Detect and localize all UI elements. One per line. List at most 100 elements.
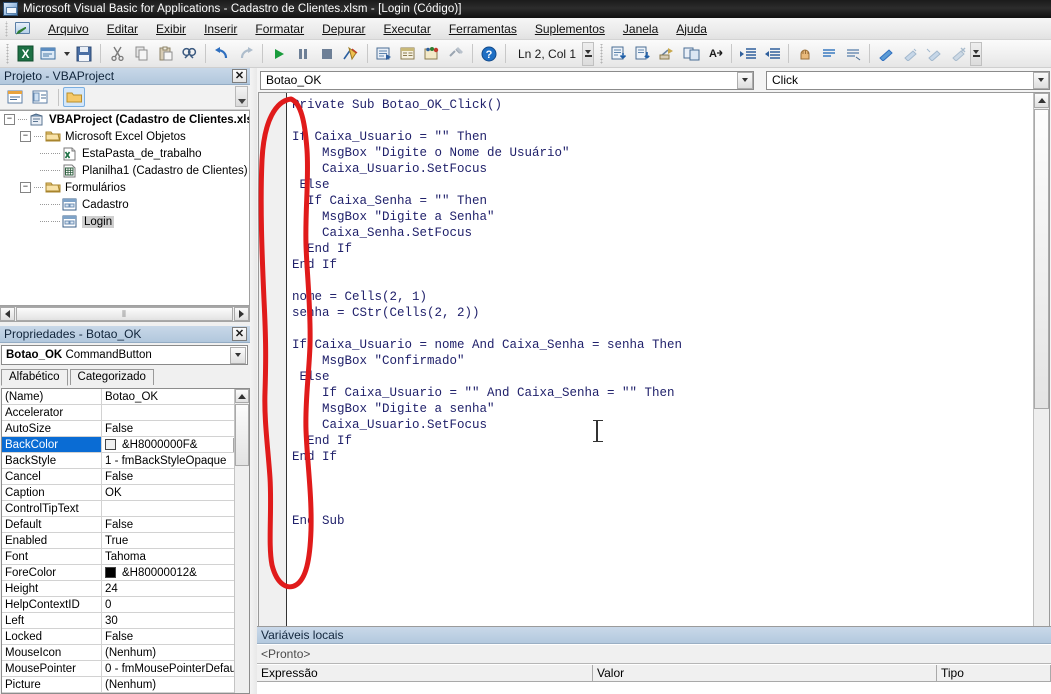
redo-icon[interactable] (234, 42, 258, 65)
project-explorer-icon[interactable] (372, 42, 396, 65)
immediate-window-icon[interactable]: A (703, 42, 727, 65)
table-row[interactable]: Caption OK (2, 485, 249, 501)
menu-item-depurar[interactable]: Depurar (313, 19, 374, 39)
locals-rows[interactable] (257, 682, 1051, 694)
step-over-icon[interactable] (631, 42, 655, 65)
property-value[interactable] (102, 501, 249, 516)
code-vscrollbar[interactable] (1033, 93, 1049, 674)
debug-toolbar-grip[interactable] (598, 43, 606, 64)
property-value[interactable] (102, 405, 249, 420)
paste-icon[interactable] (153, 42, 177, 65)
tab-categorizado[interactable]: Categorizado (69, 369, 154, 385)
code-editor-text[interactable]: Private Sub Botao_OK_Click() If Caixa_Us… (288, 93, 1033, 674)
table-row[interactable]: Locked False (2, 629, 249, 645)
property-value[interactable]: (Nenhum) (102, 645, 249, 660)
view-excel-icon[interactable]: X (13, 42, 37, 65)
chevron-down-icon[interactable] (230, 346, 246, 364)
menu-item-exibir[interactable]: Exibir (147, 19, 195, 39)
table-row[interactable]: AutoSize False (2, 421, 249, 437)
find-icon[interactable] (177, 42, 201, 65)
table-row[interactable]: HelpContextID 0 (2, 597, 249, 613)
clear-bookmarks-icon[interactable] (946, 42, 970, 65)
toolbox-icon[interactable] (444, 42, 468, 65)
scroll-up-icon[interactable] (1034, 93, 1049, 108)
property-value-backcolor[interactable]: &H8000000F& (102, 437, 249, 452)
menu-item-arquivo[interactable]: Arquivo (39, 19, 98, 39)
table-row[interactable]: Font Tahoma (2, 549, 249, 565)
panel-splitter[interactable] (250, 68, 257, 694)
project-tree-hscrollbar[interactable]: ⦀ (0, 306, 250, 322)
tree-item-planilha1[interactable]: Planilha1 (Cadastro de Clientes) (0, 162, 249, 179)
undo-icon[interactable] (210, 42, 234, 65)
table-row[interactable]: Default False (2, 517, 249, 533)
column-header-expressao[interactable]: Expressão (257, 665, 593, 681)
property-value[interactable]: False (102, 421, 249, 436)
locals-window-icon[interactable] (679, 42, 703, 65)
next-bookmark-icon[interactable] (898, 42, 922, 65)
chevron-down-icon[interactable] (1033, 71, 1049, 89)
expander-icon[interactable]: − (4, 114, 15, 125)
tree-item-estapasta[interactable]: EstaPasta_de_trabalho (0, 145, 249, 162)
vscroll-thumb[interactable] (235, 404, 249, 466)
help-icon[interactable]: ? (477, 42, 501, 65)
hscroll-thumb[interactable]: ⦀ (16, 307, 233, 321)
design-mode-icon[interactable] (339, 42, 363, 65)
insert-dropdown-arrow-icon[interactable] (61, 43, 72, 65)
step-into-icon[interactable] (607, 42, 631, 65)
expander-icon[interactable]: − (20, 131, 31, 142)
object-browser-icon[interactable] (420, 42, 444, 65)
outdent-icon[interactable] (760, 42, 784, 65)
view-object-icon[interactable] (29, 87, 51, 107)
indent-icon[interactable] (736, 42, 760, 65)
toggle-folders-icon[interactable] (63, 87, 85, 107)
property-value-forecolor[interactable]: &H80000012& (102, 565, 249, 580)
column-header-valor[interactable]: Valor (593, 665, 937, 681)
tree-item-cadastro[interactable]: Cadastro (0, 196, 249, 213)
tab-alfabetico[interactable]: Alfabético (1, 369, 68, 386)
menu-item-inserir[interactable]: Inserir (195, 19, 246, 39)
break-icon[interactable] (291, 42, 315, 65)
copy-icon[interactable] (129, 42, 153, 65)
reset-icon[interactable] (315, 42, 339, 65)
tree-item-login[interactable]: Login (0, 213, 249, 230)
table-row[interactable]: BackColor &H8000000F& (2, 437, 249, 453)
menu-item-suplementos[interactable]: Suplementos (526, 19, 614, 39)
table-row[interactable]: Accelerator (2, 405, 249, 421)
debug-toolbar-overflow-button[interactable] (970, 41, 983, 66)
comment-block-icon[interactable] (817, 42, 841, 65)
close-icon[interactable]: ✕ (232, 69, 247, 83)
table-row[interactable]: Enabled True (2, 533, 249, 549)
menu-item-editar[interactable]: Editar (98, 19, 147, 39)
vscroll-thumb[interactable] (1034, 109, 1049, 409)
column-header-tipo[interactable]: Tipo (937, 665, 1051, 681)
property-value[interactable]: False (102, 469, 249, 484)
properties-vscrollbar[interactable] (234, 389, 249, 693)
menu-grip[interactable] (3, 20, 11, 37)
project-tree[interactable]: − VBAProject (Cadastro de Clientes.xls −… (0, 110, 250, 306)
chevron-down-icon[interactable] (737, 71, 753, 89)
menu-item-janela[interactable]: Janela (614, 19, 667, 39)
properties-window-icon[interactable] (396, 42, 420, 65)
toggle-breakpoint-icon[interactable] (793, 42, 817, 65)
table-row[interactable]: MouseIcon (Nenhum) (2, 645, 249, 661)
toggle-bookmark-icon[interactable] (874, 42, 898, 65)
menu-item-executar[interactable]: Executar (374, 19, 439, 39)
scroll-left-icon[interactable] (0, 307, 15, 321)
step-out-icon[interactable] (655, 42, 679, 65)
table-row[interactable]: Picture (Nenhum) (2, 677, 249, 693)
expander-icon[interactable]: − (20, 182, 31, 193)
table-row[interactable]: BackStyle 1 - fmBackStyleOpaque (2, 453, 249, 469)
run-icon[interactable] (267, 42, 291, 65)
property-value[interactable]: 24 (102, 581, 249, 596)
table-row[interactable]: ControlTipText (2, 501, 249, 517)
save-icon[interactable] (72, 42, 96, 65)
property-value[interactable]: (Nenhum) (102, 677, 249, 692)
table-row[interactable]: (Name) Botao_OK (2, 389, 249, 405)
tree-item-excel-objects[interactable]: − Microsoft Excel Objetos (0, 128, 249, 145)
property-value[interactable]: 1 - fmBackStyleOpaque (102, 453, 249, 468)
property-value[interactable]: False (102, 629, 249, 644)
properties-grid[interactable]: (Name) Botao_OK Accelerator AutoSize False… (1, 388, 250, 694)
table-row[interactable]: Height 24 (2, 581, 249, 597)
insert-userform-icon[interactable] (37, 42, 61, 65)
property-value[interactable]: 30 (102, 613, 249, 628)
